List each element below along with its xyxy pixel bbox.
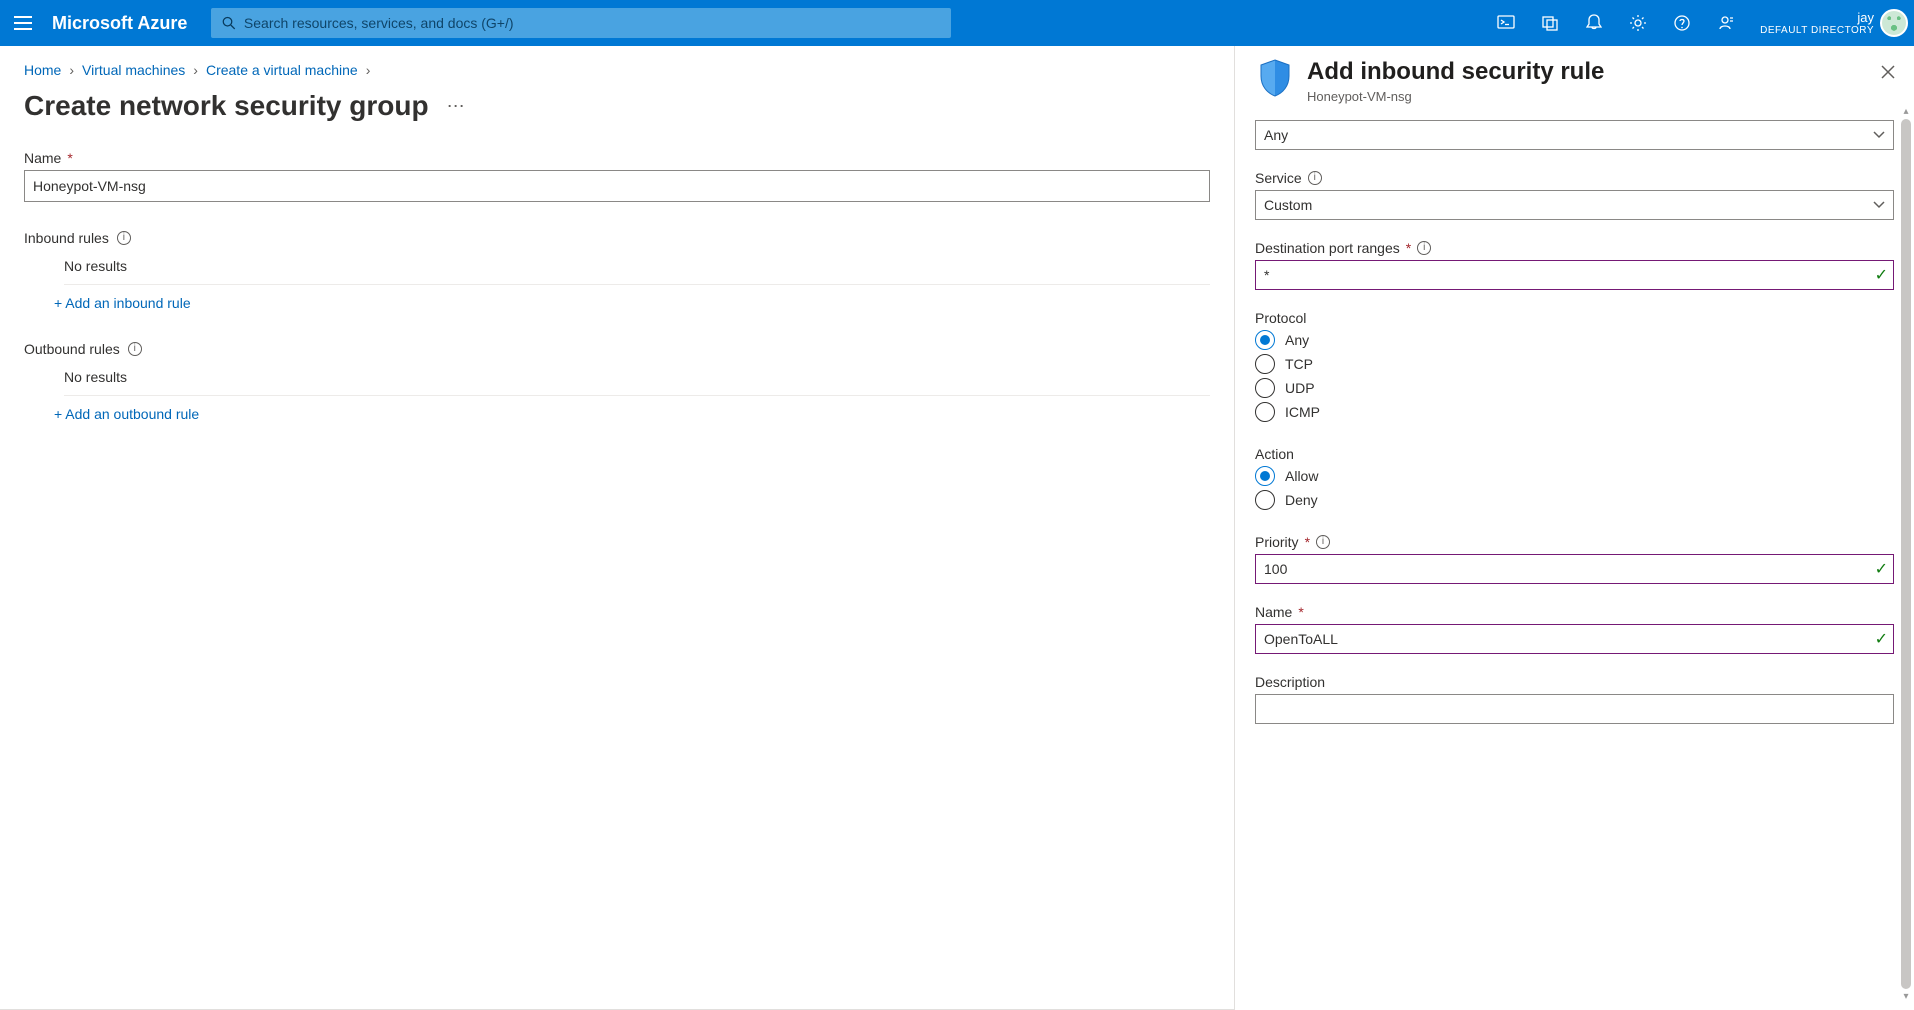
checkmark-icon: ✓ — [1875, 629, 1888, 649]
required-indicator: * — [1298, 604, 1303, 620]
main-content: Home › Virtual machines › Create a virtu… — [0, 46, 1234, 1010]
radio-icon — [1255, 466, 1275, 486]
scroll-up-icon: ▴ — [1903, 106, 1908, 117]
bell-icon — [1586, 14, 1602, 32]
top-header-bar: Microsoft Azure — [0, 0, 1914, 46]
directories-icon — [1541, 14, 1559, 32]
flyout-title: Add inbound security rule — [1307, 58, 1604, 87]
required-indicator: * — [1305, 534, 1310, 550]
checkmark-icon: ✓ — [1875, 559, 1888, 579]
help-icon — [1673, 14, 1691, 32]
global-search-input[interactable] — [244, 9, 940, 37]
notifications-button[interactable] — [1572, 0, 1616, 46]
info-icon[interactable]: i — [1308, 171, 1322, 185]
protocol-radio-any[interactable]: Any — [1255, 330, 1894, 350]
breadcrumb-home[interactable]: Home — [24, 62, 61, 78]
action-radio-deny[interactable]: Deny — [1255, 490, 1894, 510]
service-label: Service i — [1255, 170, 1894, 186]
avatar[interactable] — [1880, 9, 1908, 37]
source-select[interactable]: Any — [1255, 120, 1894, 150]
checkmark-icon: ✓ — [1875, 265, 1888, 285]
dest-port-label: Destination port ranges * i — [1255, 240, 1894, 256]
chevron-right-icon: › — [69, 62, 74, 78]
source-select-value: Any — [1264, 127, 1288, 143]
brand-title[interactable]: Microsoft Azure — [52, 13, 187, 34]
add-outbound-rule-link[interactable]: + Add an outbound rule — [54, 406, 199, 422]
radio-icon — [1255, 378, 1275, 398]
protocol-label: Protocol — [1255, 310, 1894, 326]
flyout-subtitle: Honeypot-VM-nsg — [1307, 89, 1604, 104]
scroll-down-icon: ▾ — [1903, 991, 1908, 1002]
add-inbound-rule-flyout: Add inbound security rule Honeypot-VM-ns… — [1234, 46, 1914, 1010]
directories-button[interactable] — [1528, 0, 1572, 46]
service-select-value: Custom — [1264, 197, 1312, 213]
hamburger-icon — [14, 16, 32, 30]
description-input[interactable] — [1255, 694, 1894, 724]
gear-icon — [1629, 14, 1647, 32]
radio-icon — [1255, 354, 1275, 374]
radio-icon — [1255, 490, 1275, 510]
page-title: Create network security group — [24, 90, 429, 122]
info-icon[interactable]: i — [117, 231, 131, 245]
chevron-down-icon — [1873, 201, 1885, 209]
priority-input[interactable] — [1255, 554, 1894, 584]
outbound-no-results: No results — [64, 369, 127, 385]
settings-button[interactable] — [1616, 0, 1660, 46]
priority-label: Priority * i — [1255, 534, 1894, 550]
radio-icon — [1255, 330, 1275, 350]
inbound-no-results: No results — [64, 258, 127, 274]
required-indicator: * — [1406, 240, 1411, 256]
feedback-button[interactable] — [1704, 0, 1748, 46]
help-button[interactable] — [1660, 0, 1704, 46]
protocol-radio-udp[interactable]: UDP — [1255, 378, 1894, 398]
scrollbar-thumb[interactable] — [1901, 119, 1911, 989]
user-name-label: jay — [1857, 11, 1874, 24]
radio-icon — [1255, 402, 1275, 422]
dest-port-input[interactable] — [1255, 260, 1894, 290]
more-actions-button[interactable]: ⋯ — [447, 96, 465, 117]
feedback-icon — [1717, 14, 1735, 32]
protocol-radio-icmp[interactable]: ICMP — [1255, 402, 1894, 422]
breadcrumb-vm[interactable]: Virtual machines — [82, 62, 185, 78]
action-label: Action — [1255, 446, 1894, 462]
info-icon[interactable]: i — [128, 342, 142, 356]
rule-name-input[interactable] — [1255, 624, 1894, 654]
chevron-right-icon: › — [366, 62, 371, 78]
breadcrumb-create[interactable]: Create a virtual machine — [206, 62, 358, 78]
outbound-rules-header: Outbound rules i — [24, 341, 1210, 357]
info-icon[interactable]: i — [1417, 241, 1431, 255]
action-radio-allow[interactable]: Allow — [1255, 466, 1894, 486]
chevron-down-icon — [1873, 131, 1885, 139]
cloud-shell-button[interactable] — [1484, 0, 1528, 46]
close-icon — [1881, 65, 1895, 79]
directory-label: DEFAULT DIRECTORY — [1760, 26, 1874, 36]
add-inbound-rule-link[interactable]: + Add an inbound rule — [54, 295, 191, 311]
breadcrumb: Home › Virtual machines › Create a virtu… — [24, 62, 1210, 78]
nsg-name-input[interactable] — [24, 170, 1210, 202]
service-select[interactable]: Custom — [1255, 190, 1894, 220]
global-search-box[interactable] — [211, 8, 951, 38]
description-label: Description — [1255, 674, 1894, 690]
chevron-right-icon: › — [193, 62, 198, 78]
inbound-rules-header: Inbound rules i — [24, 230, 1210, 246]
search-icon — [222, 16, 236, 30]
shield-icon — [1255, 58, 1295, 98]
nsg-name-label: Name * — [24, 150, 1210, 166]
protocol-radio-tcp[interactable]: TCP — [1255, 354, 1894, 374]
info-icon[interactable]: i — [1316, 535, 1330, 549]
close-button[interactable] — [1876, 60, 1900, 84]
cloud-shell-icon — [1497, 14, 1515, 32]
required-indicator: * — [67, 150, 72, 166]
user-account-area[interactable]: jay DEFAULT DIRECTORY — [1748, 0, 1880, 46]
hamburger-menu-button[interactable] — [0, 0, 46, 46]
rule-name-label: Name * — [1255, 604, 1894, 620]
scrollbar[interactable]: ▴ ▾ — [1900, 106, 1912, 1002]
